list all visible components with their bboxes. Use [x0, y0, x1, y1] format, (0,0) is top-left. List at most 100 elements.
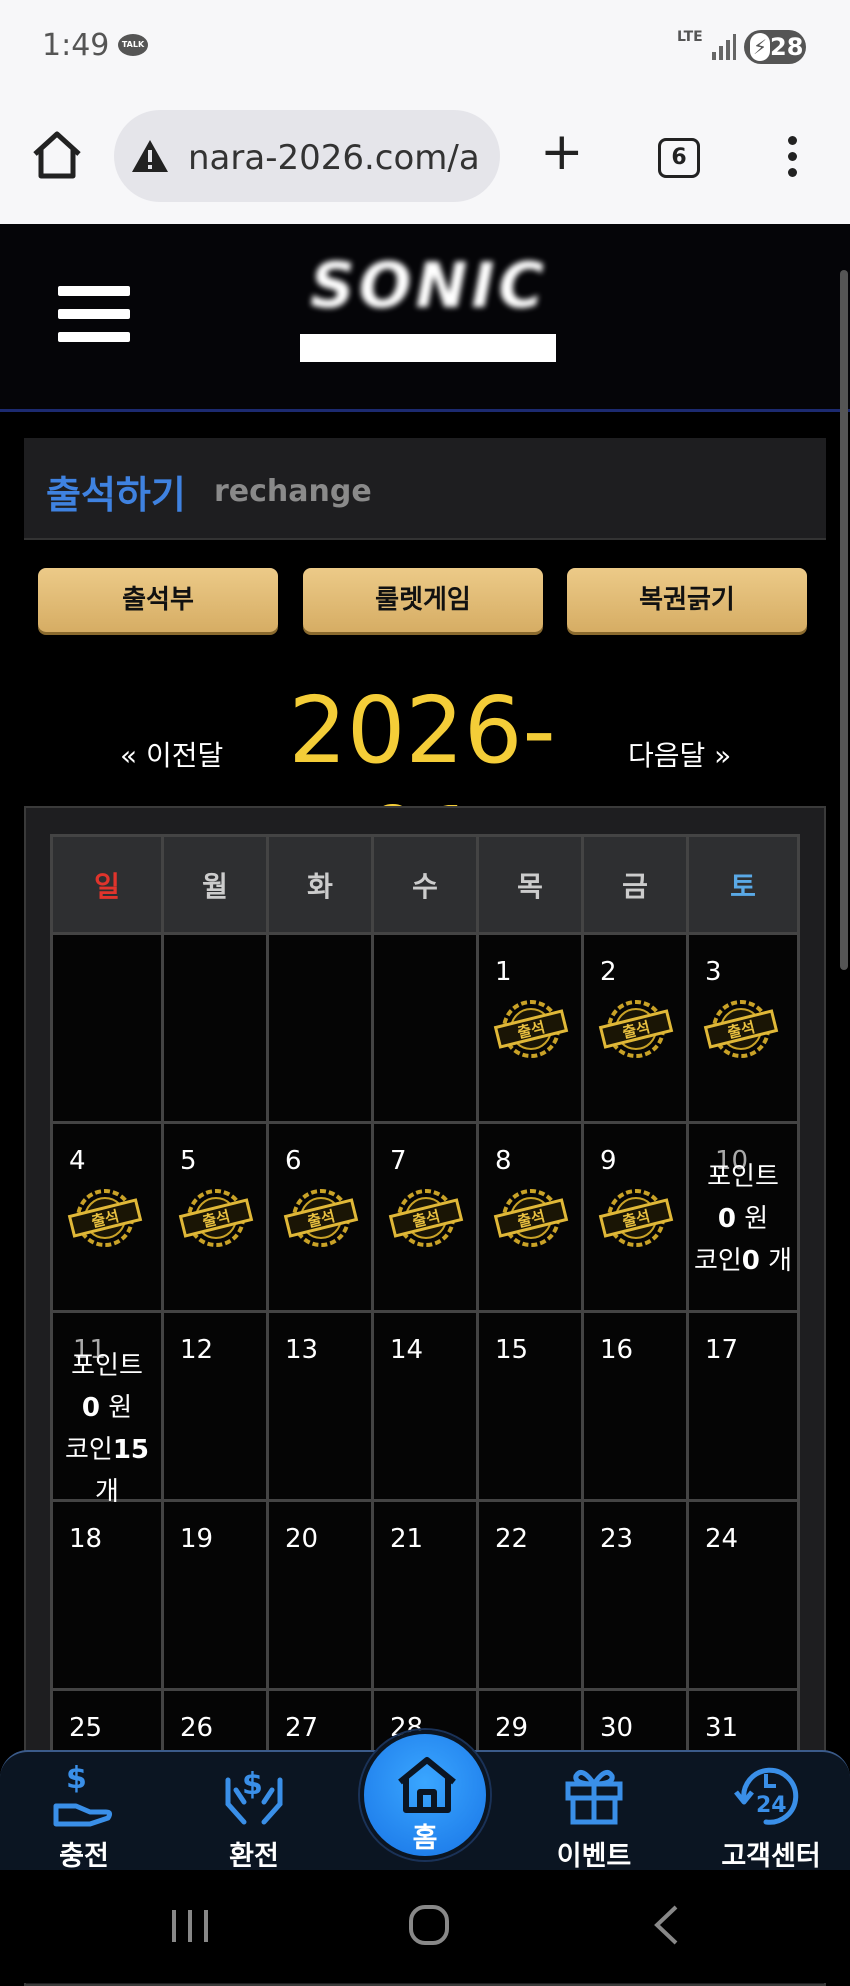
lte-icon: LTE — [677, 29, 703, 45]
browser-home-icon[interactable] — [30, 130, 84, 180]
day-reward: 포인트 0 원 코인0 개 — [689, 1156, 797, 1282]
day-number: 20 — [285, 1524, 319, 1554]
coin-unit: 개 — [768, 1246, 793, 1276]
day-number: 9 — [600, 1146, 617, 1176]
calendar-day[interactable]: 18 — [50, 1499, 164, 1691]
calendar-day[interactable]: 24 — [686, 1499, 800, 1691]
charging-icon: ⚡ — [750, 33, 770, 61]
status-bar: 1:49 TALK LTE ⚡ 28 — [0, 0, 850, 96]
day-number: 23 — [600, 1524, 634, 1554]
next-month-link[interactable]: 다음달 » — [628, 734, 731, 774]
attendance-stamp-icon: 출석 — [493, 1000, 569, 1058]
day-number: 4 — [69, 1146, 86, 1176]
attendance-calendar: 일 월 화 수 목 금 토 1 출석 2 출석 3 출석 4 출석 5 출석 6 출석 7 출… — [50, 834, 800, 1880]
recent-apps-icon[interactable] — [170, 1908, 210, 1944]
attendance-stamp-icon: 출석 — [598, 1000, 674, 1058]
day-number: 5 — [180, 1146, 197, 1176]
calendar-empty-cell — [371, 932, 479, 1124]
nav-home[interactable]: 홈 — [360, 1730, 490, 1860]
lottery-button[interactable]: 복권긁기 — [567, 568, 807, 632]
calendar-day[interactable]: 21 — [371, 1499, 479, 1691]
attendance-button[interactable]: 출석부 — [38, 568, 278, 632]
calendar-day[interactable]: 3 출석 — [686, 932, 800, 1124]
calendar-day[interactable]: 22 — [476, 1499, 584, 1691]
calendar-day[interactable]: 9 출석 — [581, 1121, 689, 1313]
calendar-day[interactable]: 11 포인트 0 원 코인15 개 — [50, 1310, 164, 1507]
day-number: 12 — [180, 1335, 214, 1365]
day-number: 25 — [69, 1713, 103, 1743]
address-bar[interactable]: nara-2026.com/a — [114, 110, 500, 202]
calendar-day[interactable]: 2 출석 — [581, 932, 689, 1124]
day-reward: 포인트 0 원 코인15 개 — [53, 1345, 161, 1513]
calendar-week: 1 출석 2 출석 3 출석 — [50, 932, 800, 1124]
talk-notification-icon: TALK — [118, 34, 148, 56]
svg-text:$: $ — [242, 1767, 263, 1802]
url-text[interactable]: nara-2026.com/a — [188, 138, 494, 178]
exchange-icon: $ — [225, 1767, 283, 1825]
weekday-tue: 화 — [266, 834, 374, 935]
calendar-day[interactable]: 14 — [371, 1310, 479, 1502]
system-home-icon[interactable] — [408, 1904, 450, 1946]
attendance-stamp-icon: 출석 — [703, 1000, 779, 1058]
tab-count-button[interactable]: 6 — [658, 138, 700, 178]
calendar-day[interactable]: 19 — [161, 1499, 269, 1691]
attendance-stamp-icon: 출석 — [388, 1189, 464, 1247]
system-navigation-bar — [0, 1870, 850, 1983]
calendar-day[interactable]: 10 포인트 0 원 코인0 개 — [686, 1121, 800, 1313]
calendar-week: 18 19 20 21 22 23 24 — [50, 1499, 800, 1691]
home-icon — [398, 1757, 456, 1813]
page-scrollbar[interactable] — [840, 270, 848, 970]
day-number: 19 — [180, 1524, 214, 1554]
back-icon[interactable] — [652, 1904, 680, 1946]
calendar-day[interactable]: 23 — [581, 1499, 689, 1691]
weekday-sun: 일 — [50, 834, 164, 935]
menu-icon[interactable] — [58, 286, 130, 355]
page-title: 출석하기 — [46, 473, 186, 517]
calendar-day[interactable]: 13 — [266, 1310, 374, 1502]
attendance-stamp-icon: 출석 — [598, 1189, 674, 1247]
site-logo[interactable]: SONIC — [276, 255, 582, 317]
calendar-week: 4 출석 5 출석 6 출석 7 출석 8 출석 9 출석 10 포인트 0 원 코인0 개 — [50, 1121, 800, 1313]
nav-charge[interactable]: $ 충전 — [24, 1752, 144, 1872]
new-tab-button[interactable]: + — [540, 126, 584, 178]
svg-text:$: $ — [66, 1761, 87, 1796]
browser-toolbar: nara-2026.com/a + 6 — [0, 96, 850, 224]
nav-exchange-label: 환전 — [229, 1841, 279, 1872]
calendar-empty-cell — [50, 932, 164, 1124]
nav-support-label: 고객센터 — [721, 1841, 821, 1872]
day-number: 13 — [285, 1335, 319, 1365]
nav-event-label: 이벤트 — [556, 1841, 632, 1872]
day-number: 2 — [600, 957, 617, 987]
weekday-header-row: 일 월 화 수 목 금 토 — [50, 834, 800, 935]
calendar-day[interactable]: 5 출석 — [161, 1121, 269, 1313]
roulette-button[interactable]: 룰렛게임 — [303, 568, 543, 632]
attendance-stamp-icon: 출석 — [67, 1189, 143, 1247]
day-number: 21 — [390, 1524, 424, 1554]
calendar-day[interactable]: 12 — [161, 1310, 269, 1502]
point-label: 포인트 — [707, 1162, 779, 1192]
more-menu-icon[interactable] — [788, 136, 798, 184]
attendance-stamp-icon: 출석 — [493, 1189, 569, 1247]
svg-text:24: 24 — [756, 1793, 787, 1818]
coin-label: 코인 — [64, 1435, 113, 1465]
nav-event[interactable]: 이벤트 — [534, 1752, 654, 1872]
prev-month-link[interactable]: « 이전달 — [120, 734, 223, 774]
calendar-day[interactable]: 16 — [581, 1310, 689, 1502]
calendar-week: 11 포인트 0 원 코인15 개 12 13 14 15 16 17 — [50, 1310, 800, 1507]
calendar-day[interactable]: 1 출석 — [476, 932, 584, 1124]
weekday-fri: 금 — [581, 834, 689, 935]
calendar-day[interactable]: 7 출석 — [371, 1121, 479, 1313]
calendar-day[interactable]: 8 출석 — [476, 1121, 584, 1313]
warning-icon[interactable] — [130, 138, 170, 174]
calendar-day[interactable]: 6 출석 — [266, 1121, 374, 1313]
nav-charge-label: 충전 — [59, 1841, 109, 1872]
nav-support[interactable]: 24 고객센터 — [706, 1752, 836, 1872]
calendar-day[interactable]: 4 출석 — [50, 1121, 164, 1313]
calendar-day[interactable]: 17 — [686, 1310, 800, 1502]
point-value: 0 — [717, 1204, 736, 1234]
signal-icon — [712, 34, 736, 60]
calendar-day[interactable]: 20 — [266, 1499, 374, 1691]
calendar-day[interactable]: 15 — [476, 1310, 584, 1502]
nav-exchange[interactable]: $ 환전 — [194, 1752, 314, 1872]
gift-icon — [565, 1769, 623, 1825]
